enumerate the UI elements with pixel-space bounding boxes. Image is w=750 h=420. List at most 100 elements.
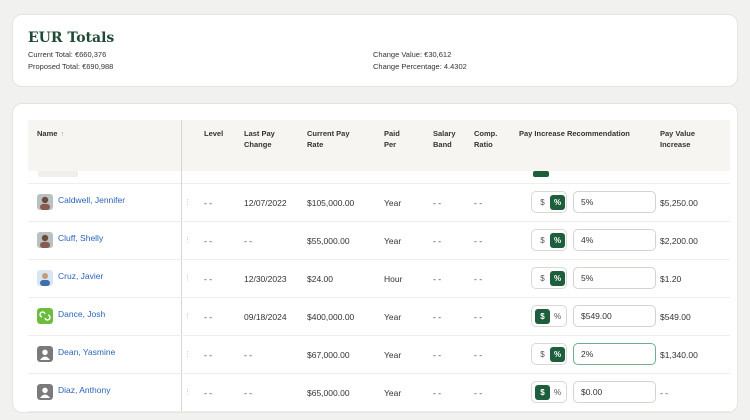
pay-increase-input[interactable]: $0.00 [573, 381, 656, 403]
percent-toggle-button[interactable]: % [550, 233, 565, 248]
percent-toggle-button[interactable]: % [550, 309, 565, 324]
pay-value-increase-cell: $549.00 [660, 312, 691, 322]
amount-type-toggle[interactable]: $% [531, 381, 567, 403]
table-row: Dance, Josh ⋮ - - 09/18/2024 $400,000.00 Year… [28, 298, 730, 336]
percent-toggle-button[interactable]: % [550, 347, 565, 362]
person-placeholder-icon [37, 346, 53, 362]
column-header-current-pay-rate: Current Pay Rate [307, 129, 350, 149]
level-cell: - - [204, 236, 213, 246]
employee-name-link[interactable]: Diaz, Anthony [58, 385, 110, 395]
comp-ratio-cell: - - [474, 312, 483, 322]
dollar-toggle-button[interactable]: $ [535, 309, 550, 324]
amount-type-toggle[interactable]: $% [531, 305, 567, 327]
last-pay-change-cell: - - [244, 388, 253, 398]
column-resize-handle-icon[interactable]: ⋮ [184, 388, 191, 396]
column-resize-handle-icon[interactable]: ⋮ [184, 312, 191, 320]
pay-increase-input[interactable]: 5% [573, 267, 656, 289]
dollar-toggle-button[interactable]: $ [535, 195, 550, 210]
eur-totals-card: EUR Totals Current Total: €660,376 Propo… [12, 14, 738, 87]
comp-ratio-cell: - - [474, 274, 483, 284]
column-resize-handle-icon[interactable]: ⋮ [184, 198, 191, 206]
partial-row [28, 171, 730, 184]
paid-per-cell: Year [384, 198, 402, 208]
salary-band-cell: - - [433, 198, 442, 208]
current-pay-rate-cell: $400,000.00 [307, 312, 355, 322]
salary-band-cell: - - [433, 350, 442, 360]
column-header-pay-value-increase: Pay Value Increase [660, 129, 696, 149]
dollar-toggle-button[interactable]: $ [535, 271, 550, 286]
pay-value-increase-cell: $1,340.00 [660, 350, 698, 360]
pay-increase-input[interactable]: 5% [573, 191, 656, 213]
dollar-toggle-button[interactable]: $ [535, 347, 550, 362]
level-cell: - - [204, 312, 213, 322]
amount-type-toggle[interactable]: $% [531, 267, 567, 289]
salary-band-cell: - - [433, 312, 442, 322]
pay-value-increase-cell: $5,250.00 [660, 198, 698, 208]
pay-table: Name ↑ Level Last Pay Change Current Pay Ra… [12, 103, 738, 413]
dollar-toggle-button[interactable]: $ [535, 385, 550, 400]
table-row: Dean, Yasmine ⋮ - - - - $67,000.00 Year - - - -… [28, 336, 730, 374]
dollar-toggle-button[interactable]: $ [535, 233, 550, 248]
summary-title: EUR Totals [28, 30, 115, 46]
column-resize-handle-icon[interactable]: ⋮ [184, 236, 191, 244]
level-cell: - - [204, 274, 213, 284]
photo-woman-icon [37, 232, 53, 248]
pay-increase-input[interactable]: $549.00 [573, 305, 656, 327]
last-pay-change-cell: 09/18/2024 [244, 312, 287, 322]
comp-ratio-cell: - - [474, 388, 483, 398]
change-percentage: Change Percentage: 4.4302 [373, 62, 467, 71]
amount-type-toggle[interactable]: $% [531, 229, 567, 251]
percent-toggle-button[interactable]: % [550, 385, 565, 400]
table-row: Diaz, Anthony ⋮ - - - - $65,000.00 Year - - - -… [28, 374, 730, 412]
partial-name-stub [38, 171, 78, 177]
level-cell: - - [204, 198, 213, 208]
current-pay-rate-cell: $55,000.00 [307, 236, 350, 246]
salary-band-cell: - - [433, 236, 442, 246]
percent-toggle-button[interactable]: % [550, 271, 565, 286]
column-header-name[interactable]: Name ↑ [37, 128, 64, 140]
salary-band-cell: - - [433, 274, 442, 284]
pay-increase-input[interactable]: 4% [573, 229, 656, 251]
paid-per-cell: Year [384, 350, 402, 360]
pay-increase-input[interactable]: 2% [573, 343, 656, 365]
paid-per-cell: Hour [384, 274, 403, 284]
column-resize-handle-icon[interactable]: ⋮ [184, 274, 191, 282]
amount-type-toggle[interactable]: $% [531, 343, 567, 365]
table-row: Cluff, Shelly ⋮ - - - - $55,000.00 Year - - - -… [28, 222, 730, 260]
sort-arrow-up-icon[interactable]: ↑ [60, 131, 64, 138]
column-resize-handle-icon[interactable]: ⋮ [184, 350, 191, 358]
employee-name-link[interactable]: Dance, Josh [58, 309, 105, 319]
photo-woman-icon [37, 194, 53, 210]
salary-band-cell: - - [433, 388, 442, 398]
amount-type-toggle[interactable]: $% [531, 191, 567, 213]
person-placeholder-icon [37, 384, 53, 400]
pay-value-increase-cell: - - [660, 388, 669, 398]
last-pay-change-cell: - - [244, 350, 253, 360]
current-pay-rate-cell: $65,000.00 [307, 388, 350, 398]
table-row: Cruz, Javier ⋮ - - 12/30/2023 $24.00 Hour - - -… [28, 260, 730, 298]
current-pay-rate-cell: $105,000.00 [307, 198, 355, 208]
comp-ratio-cell: - - [474, 236, 483, 246]
employee-name-link[interactable]: Cruz, Javier [58, 271, 103, 281]
partial-toggle-stub [533, 171, 549, 177]
percent-toggle-button[interactable]: % [550, 195, 565, 210]
paid-per-cell: Year [384, 388, 402, 398]
paid-per-cell: Year [384, 312, 402, 322]
pay-value-increase-cell: $2,200.00 [660, 236, 698, 246]
comp-ratio-cell: - - [474, 350, 483, 360]
employee-name-link[interactable]: Dean, Yasmine [58, 347, 115, 357]
employee-name-link[interactable]: Cluff, Shelly [58, 233, 103, 243]
pay-value-increase-cell: $1.20 [660, 274, 682, 284]
paid-per-cell: Year [384, 236, 402, 246]
current-pay-rate-cell: $67,000.00 [307, 350, 350, 360]
level-cell: - - [204, 350, 213, 360]
current-total: Current Total: €660,376 [28, 50, 107, 59]
change-value: Change Value: €30,612 [373, 50, 452, 59]
employee-name-link[interactable]: Caldwell, Jennifer [58, 195, 125, 205]
photo-man-icon [37, 270, 53, 286]
column-header-salary-band: Salary Band [433, 129, 456, 149]
last-pay-change-cell: 12/30/2023 [244, 274, 287, 284]
green-logo-icon [37, 308, 53, 324]
column-header-paid-per: Paid Per [384, 129, 400, 149]
column-header-comp-ratio: Comp. Ratio [474, 129, 498, 149]
